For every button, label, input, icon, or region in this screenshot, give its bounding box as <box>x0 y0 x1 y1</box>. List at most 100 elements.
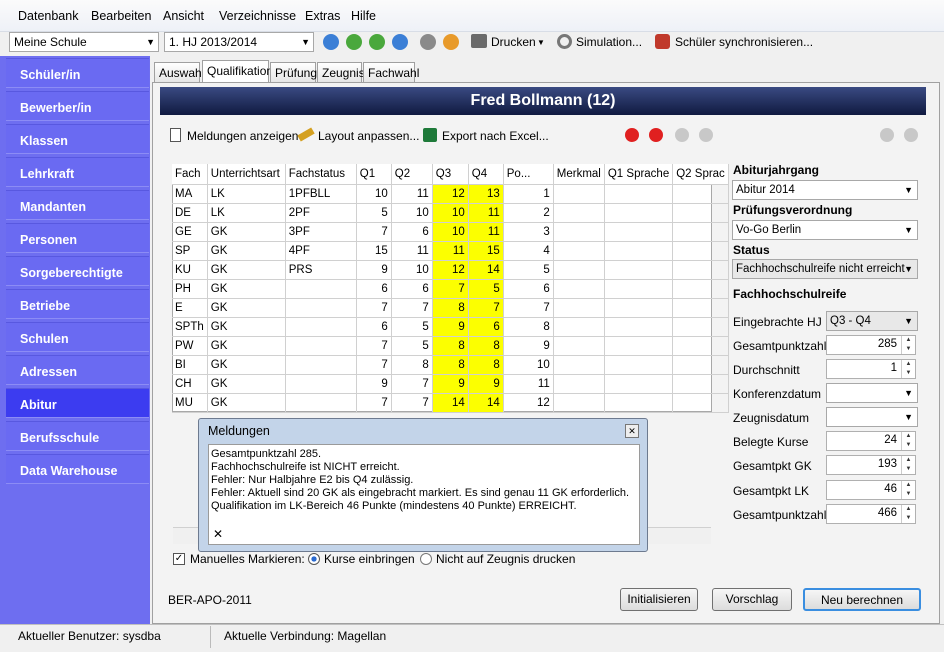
table-cell[interactable]: 13 <box>468 184 504 204</box>
table-row[interactable]: MU GK 7 7 14 14 12 <box>172 393 729 413</box>
discard-right-icon[interactable] <box>904 128 918 142</box>
table-cell[interactable] <box>553 298 605 318</box>
table-cell[interactable]: 10 <box>391 260 433 280</box>
table-cell[interactable]: 7 <box>356 222 392 242</box>
belegte-kurse-field[interactable]: 24 ▲ ▼ <box>826 431 916 451</box>
table-cell[interactable]: 7 <box>356 393 392 413</box>
table-cell[interactable]: 14 <box>468 393 504 413</box>
table-cell[interactable] <box>553 184 605 204</box>
table-row[interactable]: CH GK 9 7 9 9 11 <box>172 374 729 394</box>
table-cell[interactable]: 6 <box>356 279 392 299</box>
tab-fachwahl[interactable]: Fachwahl <box>363 62 419 82</box>
table-cell[interactable]: PRS <box>285 260 357 280</box>
sidebar-item-abitur[interactable]: Abitur <box>6 388 149 418</box>
table-cell[interactable]: 15 <box>468 241 504 261</box>
table-cell[interactable]: 3 <box>503 222 554 242</box>
table-cell[interactable]: GK <box>207 241 286 261</box>
table-cell[interactable]: DE <box>172 203 208 223</box>
table-cell[interactable] <box>553 203 605 223</box>
table-cell[interactable]: 12 <box>432 184 469 204</box>
table-cell[interactable]: 6 <box>391 279 433 299</box>
add-icon[interactable] <box>625 128 639 142</box>
table-cell[interactable]: MA <box>172 184 208 204</box>
table-cell[interactable]: 1PFBLL <box>285 184 357 204</box>
table-cell[interactable]: 7 <box>356 298 392 318</box>
table-cell[interactable]: 7 <box>391 393 433 413</box>
sidebar-item-sorgeberechtigte[interactable]: Sorgeberechtigte <box>6 256 149 286</box>
table-cell[interactable]: 7 <box>503 298 554 318</box>
table-cell[interactable]: GK <box>207 355 286 375</box>
table-cell[interactable]: 11 <box>503 374 554 394</box>
table-cell[interactable]: 7 <box>432 279 469 299</box>
spinner-icon[interactable]: ▲ ▼ <box>901 360 915 378</box>
school-select[interactable]: Meine Schule ▼ <box>9 32 159 52</box>
col-header-fachstatus[interactable]: Fachstatus <box>285 164 357 185</box>
table-cell[interactable] <box>553 260 605 280</box>
table-cell[interactable]: 4 <box>503 241 554 261</box>
print-dropdown-icon[interactable]: ▼ <box>537 38 545 47</box>
abiturjahrgang-select[interactable]: Abitur 2014 ▼ <box>732 180 918 200</box>
table-cell[interactable]: 10 <box>391 203 433 223</box>
gesamtpkt-gk-field[interactable]: 193 ▲ ▼ <box>826 455 916 475</box>
table-cell[interactable]: 5 <box>391 336 433 356</box>
table-cell[interactable]: 10 <box>432 203 469 223</box>
table-cell[interactable] <box>285 355 357 375</box>
table-row[interactable]: GE GK 3PF 7 6 10 11 3 <box>172 222 729 242</box>
table-cell[interactable] <box>285 336 357 356</box>
table-cell[interactable]: 2 <box>503 203 554 223</box>
previous-record-icon[interactable] <box>346 34 362 50</box>
sidebar-item-schueler[interactable]: Schüler/in <box>6 58 149 88</box>
menu-datenbank[interactable]: Datenbank <box>18 9 78 23</box>
table-cell[interactable] <box>672 317 729 337</box>
table-cell[interactable] <box>553 336 605 356</box>
col-header-unterrichtsart[interactable]: Unterrichtsart <box>207 164 286 185</box>
table-cell[interactable]: GK <box>207 298 286 318</box>
table-cell[interactable] <box>672 355 729 375</box>
table-cell[interactable]: 7 <box>356 336 392 356</box>
table-cell[interactable]: 6 <box>356 317 392 337</box>
manual-mark-checkbox[interactable]: ✓ <box>173 553 185 565</box>
menu-hilfe[interactable]: Hilfe <box>351 9 376 23</box>
table-cell[interactable] <box>672 393 729 413</box>
table-cell[interactable]: 11 <box>468 203 504 223</box>
zeugnisdatum-select[interactable]: ▼ <box>826 407 918 427</box>
table-row[interactable]: SP GK 4PF 15 11 11 15 4 <box>172 241 729 261</box>
table-cell[interactable]: 8 <box>432 298 469 318</box>
menu-extras[interactable]: Extras <box>305 9 340 23</box>
table-cell[interactable] <box>604 393 674 413</box>
table-cell[interactable]: 4PF <box>285 241 357 261</box>
table-cell[interactable]: 8 <box>432 336 469 356</box>
table-cell[interactable]: 7 <box>356 355 392 375</box>
spinner-icon[interactable]: ▲ ▼ <box>901 456 915 474</box>
confirm-icon[interactable] <box>675 128 689 142</box>
table-cell[interactable]: KU <box>172 260 208 280</box>
table-cell[interactable] <box>672 222 729 242</box>
eingebrachte-hj-select[interactable]: Q3 - Q4 ▼ <box>826 311 918 331</box>
table-cell[interactable]: 11 <box>391 241 433 261</box>
table-cell[interactable]: 11 <box>432 241 469 261</box>
table-cell[interactable]: 10 <box>503 355 554 375</box>
table-cell[interactable]: 7 <box>391 298 433 318</box>
spinner-icon[interactable]: ▲ ▼ <box>901 336 915 354</box>
table-cell[interactable] <box>672 298 729 318</box>
table-cell[interactable]: 6 <box>468 317 504 337</box>
table-cell[interactable]: 12 <box>503 393 554 413</box>
sidebar-item-betriebe[interactable]: Betriebe <box>6 289 149 319</box>
table-cell[interactable] <box>672 374 729 394</box>
table-cell[interactable]: 9 <box>432 374 469 394</box>
sidebar-item-schulen[interactable]: Schulen <box>6 322 149 352</box>
table-cell[interactable] <box>672 184 729 204</box>
col-header-q3[interactable]: Q3 <box>432 164 469 185</box>
show-messages-button[interactable]: Meldungen anzeigen <box>187 129 298 143</box>
table-cell[interactable]: 14 <box>468 260 504 280</box>
table-cell[interactable]: SP <box>172 241 208 261</box>
discard-icon[interactable] <box>699 128 713 142</box>
table-cell[interactable]: 11 <box>391 184 433 204</box>
table-cell[interactable] <box>553 241 605 261</box>
table-row[interactable]: E GK 7 7 8 7 7 <box>172 298 729 318</box>
table-cell[interactable]: 9 <box>503 336 554 356</box>
printer-icon[interactable] <box>471 34 487 48</box>
radio-include-courses[interactable] <box>308 553 320 565</box>
table-cell[interactable] <box>672 279 729 299</box>
tab-auswahl[interactable]: Auswahl <box>154 62 204 82</box>
